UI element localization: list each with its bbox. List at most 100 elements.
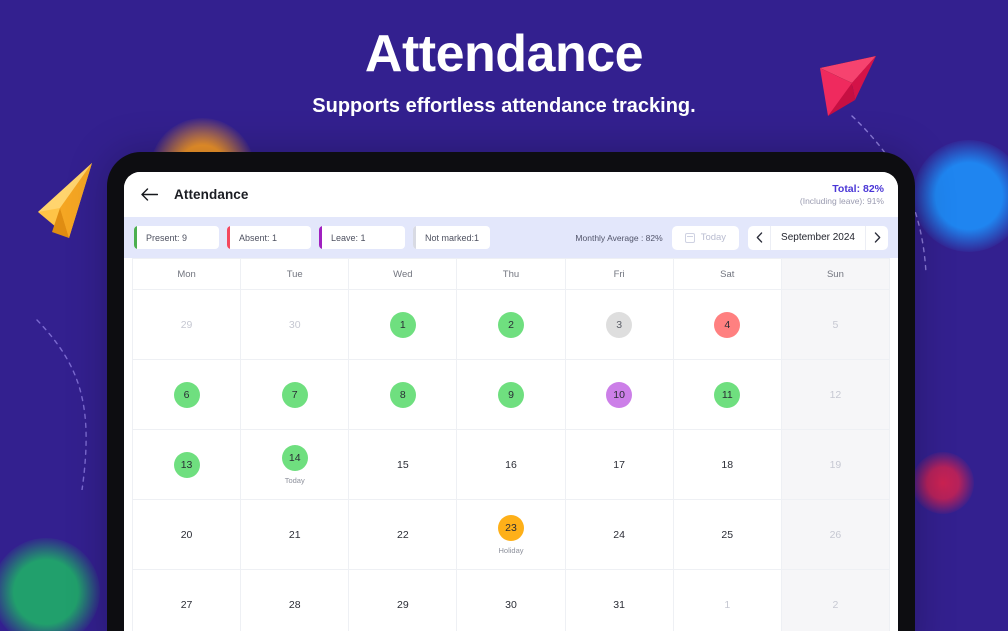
calendar-day-number: 1 xyxy=(724,598,731,611)
calendar-day-cell[interactable]: 22 xyxy=(349,500,458,570)
calendar-day-number: 18 xyxy=(721,458,734,471)
calendar-day-number: 30 xyxy=(288,318,301,331)
calendar-day-cell[interactable]: 15 xyxy=(349,430,458,500)
legend-label-leave: Leave: 1 xyxy=(331,232,366,243)
calendar-day-cell[interactable]: 9 xyxy=(457,360,566,430)
calendar-day-header: Sat xyxy=(673,259,782,290)
calendar-day-number: 26 xyxy=(829,528,842,541)
calendar-day-cell[interactable]: 4 xyxy=(673,290,782,360)
legend-chip-not-marked[interactable]: Not marked:1 xyxy=(413,226,490,249)
calendar-day-cell[interactable]: 2 xyxy=(457,290,566,360)
calendar-day-number: 29 xyxy=(397,598,409,611)
calendar-day-number: 12 xyxy=(829,388,842,401)
calendar-day-cell[interactable]: 11 xyxy=(673,360,782,430)
calendar-day-number: 1 xyxy=(389,311,416,338)
calendar-day-cell[interactable]: 27 xyxy=(133,570,242,631)
legend-label-absent: Absent: 1 xyxy=(239,232,278,243)
calendar-day-cell[interactable]: 10 xyxy=(565,360,674,430)
calendar-day-number: 28 xyxy=(288,598,301,611)
calendar-day-cell[interactable]: 5 xyxy=(781,290,890,360)
calendar-day-number: 16 xyxy=(505,458,517,471)
calendar-day-cell[interactable]: 29 xyxy=(349,570,458,631)
calendar-day-number: 2 xyxy=(497,311,524,338)
calendar-day-number: 14 xyxy=(281,444,308,471)
calendar-day-number: 8 xyxy=(389,381,416,408)
calendar-day-number: 13 xyxy=(173,451,200,478)
legend-label-not-marked: Not marked:1 xyxy=(425,232,480,243)
calendar-day-cell[interactable]: 6 xyxy=(133,360,242,430)
calendar-day-header: Wed xyxy=(349,259,458,290)
promo-banner: Attendance Supports effortless attendanc… xyxy=(0,0,1008,631)
calendar-day-number: 15 xyxy=(397,458,409,471)
calendar-day-header: Sun xyxy=(781,259,890,290)
legend-label-present: Present: 9 xyxy=(146,232,188,243)
calendar-day-number: 6 xyxy=(173,381,200,408)
calendar-day-cell[interactable]: 18 xyxy=(673,430,782,500)
legend-color-bar-absent xyxy=(227,226,230,249)
calendar-day-header: Tue xyxy=(241,259,350,290)
calendar-day-cell[interactable]: 16 xyxy=(457,430,566,500)
calendar-day-cell[interactable]: 3 xyxy=(565,290,674,360)
blue-glow-decoration xyxy=(913,140,1008,252)
calendar-day-number: 23 xyxy=(497,514,524,541)
current-month-label[interactable]: September 2024 xyxy=(770,225,866,250)
calendar-icon xyxy=(684,232,695,243)
calendar-day-cell[interactable]: 1 xyxy=(349,290,458,360)
green-glow-decoration xyxy=(0,538,100,631)
calendar-day-cell[interactable]: 31 xyxy=(565,570,674,631)
calendar-day-number: 4 xyxy=(714,311,741,338)
calendar-day-cell[interactable]: 20 xyxy=(133,500,242,570)
calendar-day-cell[interactable]: 12 xyxy=(781,360,890,430)
calendar-day-number: 22 xyxy=(397,528,409,541)
chevron-right-icon[interactable] xyxy=(866,226,888,250)
calendar-day-cell[interactable]: 8 xyxy=(349,360,458,430)
calendar-day-cell[interactable]: 25 xyxy=(673,500,782,570)
calendar-day-cell[interactable]: 29 xyxy=(133,290,242,360)
calendar-day-cell[interactable]: 1 xyxy=(673,570,782,631)
legend-chip-leave[interactable]: Leave: 1 xyxy=(319,226,405,249)
back-arrow-icon[interactable] xyxy=(138,184,160,206)
attendance-summary: Total: 82% (Including leave): 91% xyxy=(800,183,884,207)
calendar-day-cell[interactable]: 30 xyxy=(241,290,350,360)
calendar-day-header: Mon xyxy=(133,259,242,290)
calendar-day-cell[interactable]: 28 xyxy=(241,570,350,631)
calendar-day-cell[interactable]: 19 xyxy=(781,430,890,500)
calendar-day-cell[interactable]: 14 Today xyxy=(241,430,350,500)
calendar-day-cell[interactable]: 26 xyxy=(781,500,890,570)
calendar-day-cell[interactable]: 13 xyxy=(133,430,242,500)
toolbar-controls: Monthly Average : 82% Today September 20… xyxy=(575,225,888,250)
calendar-day-cell[interactable]: 7 xyxy=(241,360,350,430)
calendar-day-number: 29 xyxy=(180,318,193,331)
calendar-day-cell[interactable]: 30 xyxy=(457,570,566,631)
calendar-day-cell[interactable]: 23 Holiday xyxy=(457,500,566,570)
calendar-day-number: 31 xyxy=(613,598,625,611)
calendar-day-number: 25 xyxy=(721,528,734,541)
month-navigator: September 2024 xyxy=(748,225,888,250)
calendar-day-cell[interactable]: 21 xyxy=(241,500,350,570)
calendar-day-cell[interactable]: 24 xyxy=(565,500,674,570)
calendar-day-number: 24 xyxy=(613,528,625,541)
calendar-day-cell[interactable]: 17 xyxy=(565,430,674,500)
today-button[interactable]: Today xyxy=(671,225,740,250)
calendar-day-note: Today xyxy=(284,475,305,485)
legend-color-bar-present xyxy=(134,226,137,249)
calendar-day-number: 21 xyxy=(288,528,301,541)
app-title: Attendance xyxy=(174,187,249,202)
including-leave-percentage: (Including leave): 91% xyxy=(799,195,884,206)
page-subtitle: Supports effortless attendance tracking. xyxy=(312,95,696,117)
legend-chip-absent[interactable]: Absent: 1 xyxy=(227,226,311,249)
calendar-day-number: 3 xyxy=(606,311,633,338)
calendar-day-number: 27 xyxy=(180,598,193,611)
calendar-day-number: 7 xyxy=(281,381,308,408)
legend-chip-present[interactable]: Present: 9 xyxy=(134,226,219,249)
calendar-day-number: 2 xyxy=(832,598,839,611)
monthly-average-label: Monthly Average : 82% xyxy=(575,232,663,243)
calendar-day-number: 11 xyxy=(714,381,741,408)
calendar-day-cell[interactable]: 2 xyxy=(781,570,890,631)
calendar-day-number: 5 xyxy=(832,318,839,331)
calendar-day-number: 9 xyxy=(497,381,524,408)
tablet-device-frame: Attendance Total: 82% (Including leave):… xyxy=(107,152,915,631)
page-title: Attendance xyxy=(364,25,644,83)
chevron-left-icon[interactable] xyxy=(748,226,770,250)
calendar-day-header: Fri xyxy=(565,259,674,290)
